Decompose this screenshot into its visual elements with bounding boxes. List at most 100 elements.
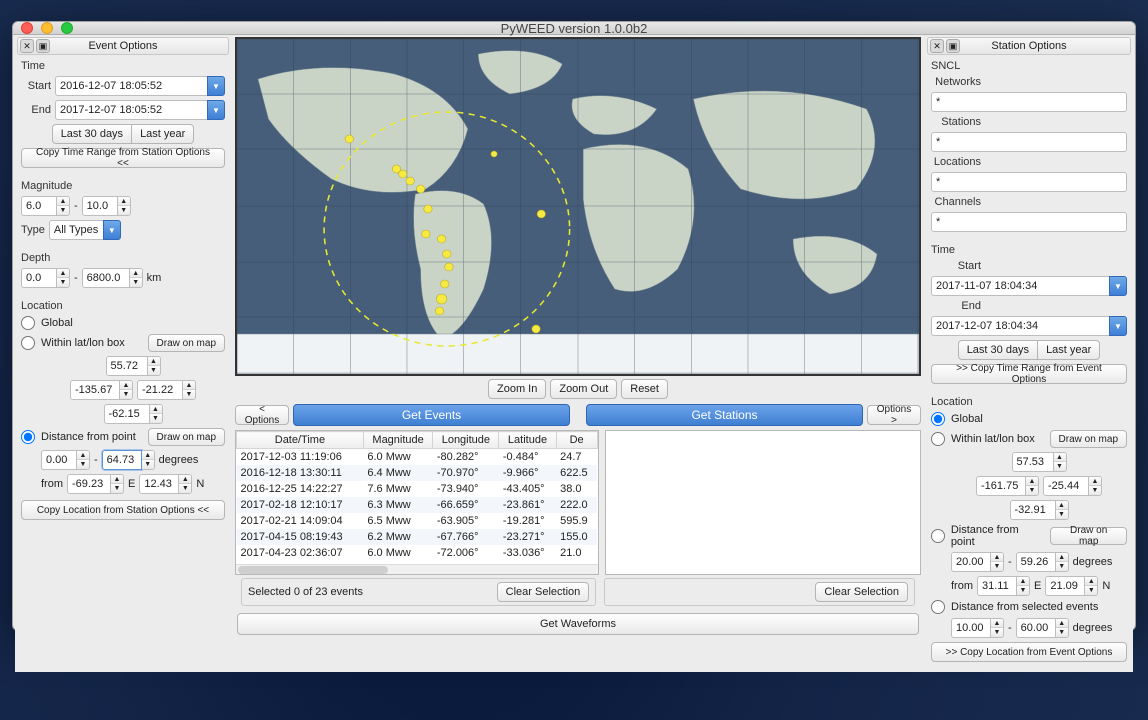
table-header[interactable]: Latitude [499, 432, 556, 449]
station-end-datetime[interactable]: ▼ [931, 316, 1127, 336]
chevron-down-icon[interactable]: ▼ [207, 100, 225, 120]
event-type-select[interactable]: ▼ [49, 220, 121, 240]
chevron-down-icon[interactable]: ▼ [1109, 276, 1127, 296]
station-panel-undock-icon[interactable]: ▣ [946, 39, 960, 53]
event-panel-undock-icon[interactable]: ▣ [36, 39, 50, 53]
station-box-radio[interactable]: Within lat/lon boxDraw on map [931, 430, 1127, 448]
event-from-lon[interactable]: ▲▼ [139, 474, 192, 494]
event-box-n[interactable]: ▲▼ [106, 356, 161, 376]
event-dist-min[interactable]: ▲▼ [41, 450, 90, 470]
chevron-down-icon[interactable]: ▼ [103, 220, 121, 240]
station-panel-close-icon[interactable]: ✕ [930, 39, 944, 53]
station-dist-draw-button[interactable]: Draw on map [1050, 527, 1127, 545]
event-box-w[interactable]: ▲▼ [70, 380, 133, 400]
event-depth-max[interactable]: ▲▼ [82, 268, 143, 288]
station-dsel-radio[interactable]: Distance from selected events [931, 600, 1127, 614]
station-copy-time-button[interactable]: >> Copy Time Range from Event Options [931, 364, 1127, 384]
event-copy-location-button[interactable]: Copy Location from Station Options << [21, 500, 225, 520]
table-header[interactable]: De [556, 432, 597, 449]
event-panel-header: ✕ ▣ Event Options [17, 37, 229, 55]
event-end-label: End [21, 104, 51, 116]
event-dist-radio[interactable]: Distance from point Draw on map [21, 428, 225, 446]
station-dsel-min[interactable]: ▲▼ [951, 618, 1004, 638]
event-global-radio[interactable]: Global [21, 316, 225, 330]
event-from-lat[interactable]: ▲▼ [67, 474, 124, 494]
zoom-out-button[interactable]: Zoom Out [550, 379, 617, 399]
table-row[interactable]: 2017-12-03 11:19:066.0 Mww-80.282°-0.484… [237, 449, 598, 466]
zoom-in-button[interactable]: Zoom In [488, 379, 546, 399]
station-dist-min[interactable]: ▲▼ [951, 552, 1004, 572]
stations-clear-button[interactable]: Clear Selection [815, 582, 908, 602]
networks-input[interactable] [931, 92, 1127, 112]
events-clear-button[interactable]: Clear Selection [497, 582, 590, 602]
station-from-lat[interactable]: ▲▼ [977, 576, 1030, 596]
event-dist-draw-button[interactable]: Draw on map [148, 428, 225, 446]
channels-input[interactable] [931, 212, 1127, 232]
table-row[interactable]: 2016-12-18 13:30:116.4 Mww-70.970°-9.966… [237, 465, 598, 481]
station-box-n[interactable]: ▲▼ [1012, 452, 1067, 472]
event-box-radio[interactable]: Within lat/lon box Draw on map [21, 334, 225, 352]
event-last-year-button[interactable]: Last year [131, 124, 194, 144]
station-box-draw-button[interactable]: Draw on map [1050, 430, 1127, 448]
get-events-button[interactable]: Get Events [293, 404, 570, 426]
station-dsel-max[interactable]: ▲▼ [1016, 618, 1069, 638]
options-left-button[interactable]: < Options [235, 405, 289, 425]
options-right-button[interactable]: Options > [867, 405, 921, 425]
station-start-label: Start [931, 260, 981, 272]
station-dist-max[interactable]: ▲▼ [1016, 552, 1069, 572]
station-box-w[interactable]: ▲▼ [976, 476, 1039, 496]
world-map[interactable] [235, 37, 921, 376]
table-row[interactable]: 2017-04-23 02:36:076.0 Mww-72.006°-33.03… [237, 545, 598, 561]
zoom-window-icon[interactable] [61, 22, 73, 34]
event-panel-title: Event Options [88, 40, 157, 52]
n-label: N [196, 478, 204, 490]
stations-input[interactable] [931, 132, 1127, 152]
table-header[interactable]: Date/Time [237, 432, 364, 449]
station-last-year-button[interactable]: Last year [1037, 340, 1100, 360]
station-from-lon[interactable]: ▲▼ [1045, 576, 1098, 596]
titlebar[interactable]: PyWEED version 1.0.0b2 [13, 22, 1135, 35]
event-box-draw-button[interactable]: Draw on map [148, 334, 225, 352]
from-label: from [41, 478, 63, 490]
event-box-s[interactable]: ▲▼ [104, 404, 163, 424]
event-copy-time-button[interactable]: Copy Time Range from Station Options << [21, 148, 225, 168]
station-copy-location-button[interactable]: >> Copy Location from Event Options [931, 642, 1127, 662]
table-header[interactable]: Magnitude [363, 432, 433, 449]
event-mag-min[interactable]: ▲▼ [21, 196, 70, 216]
station-last-30-button[interactable]: Last 30 days [958, 340, 1037, 360]
locations-input[interactable] [931, 172, 1127, 192]
event-panel-close-icon[interactable]: ✕ [20, 39, 34, 53]
table-row[interactable]: 2016-12-25 14:22:277.6 Mww-73.940°-43.40… [237, 481, 598, 497]
app-window: PyWEED version 1.0.0b2 ✕ ▣ Event Options… [12, 21, 1136, 631]
event-depth-heading: Depth [21, 252, 225, 264]
table-row[interactable]: 2017-04-15 08:19:436.2 Mww-67.766°-23.27… [237, 529, 598, 545]
station-box-e[interactable]: ▲▼ [1043, 476, 1102, 496]
station-box-s[interactable]: ▲▼ [1010, 500, 1069, 520]
get-waveforms-button[interactable]: Get Waveforms [237, 613, 919, 635]
get-stations-button[interactable]: Get Stations [586, 404, 863, 426]
reset-button[interactable]: Reset [621, 379, 668, 399]
event-last-30-button[interactable]: Last 30 days [52, 124, 131, 144]
chevron-down-icon[interactable]: ▼ [1109, 316, 1127, 336]
table-row[interactable]: 2017-02-18 12:10:176.3 Mww-66.659°-23.86… [237, 497, 598, 513]
events-h-scrollbar[interactable] [236, 564, 598, 574]
events-table[interactable]: Date/TimeMagnitudeLongitudeLatitudeDe 20… [235, 430, 599, 575]
minimize-window-icon[interactable] [41, 22, 53, 34]
event-start-datetime[interactable]: ▼ [55, 76, 225, 96]
event-box-e[interactable]: ▲▼ [137, 380, 196, 400]
table-header[interactable]: Longitude [433, 432, 499, 449]
station-dist-radio[interactable]: Distance from pointDraw on map [931, 524, 1127, 548]
event-end-datetime[interactable]: ▼ [55, 100, 225, 120]
station-start-datetime[interactable]: ▼ [931, 276, 1127, 296]
chevron-down-icon[interactable]: ▼ [207, 76, 225, 96]
center-panel: Zoom In Zoom Out Reset < Options Get Eve… [231, 37, 925, 672]
event-dist-max[interactable]: ▲▼ [102, 450, 155, 470]
event-time-heading: Time [21, 60, 225, 72]
close-window-icon[interactable] [21, 22, 33, 34]
event-mag-max[interactable]: ▲▼ [82, 196, 131, 216]
event-depth-min[interactable]: ▲▼ [21, 268, 70, 288]
station-global-radio[interactable]: Global [931, 412, 1127, 426]
table-row[interactable]: 2017-02-21 14:09:046.5 Mww-63.905°-19.28… [237, 513, 598, 529]
stations-table[interactable] [605, 430, 921, 575]
window-traffic-lights [21, 22, 73, 34]
